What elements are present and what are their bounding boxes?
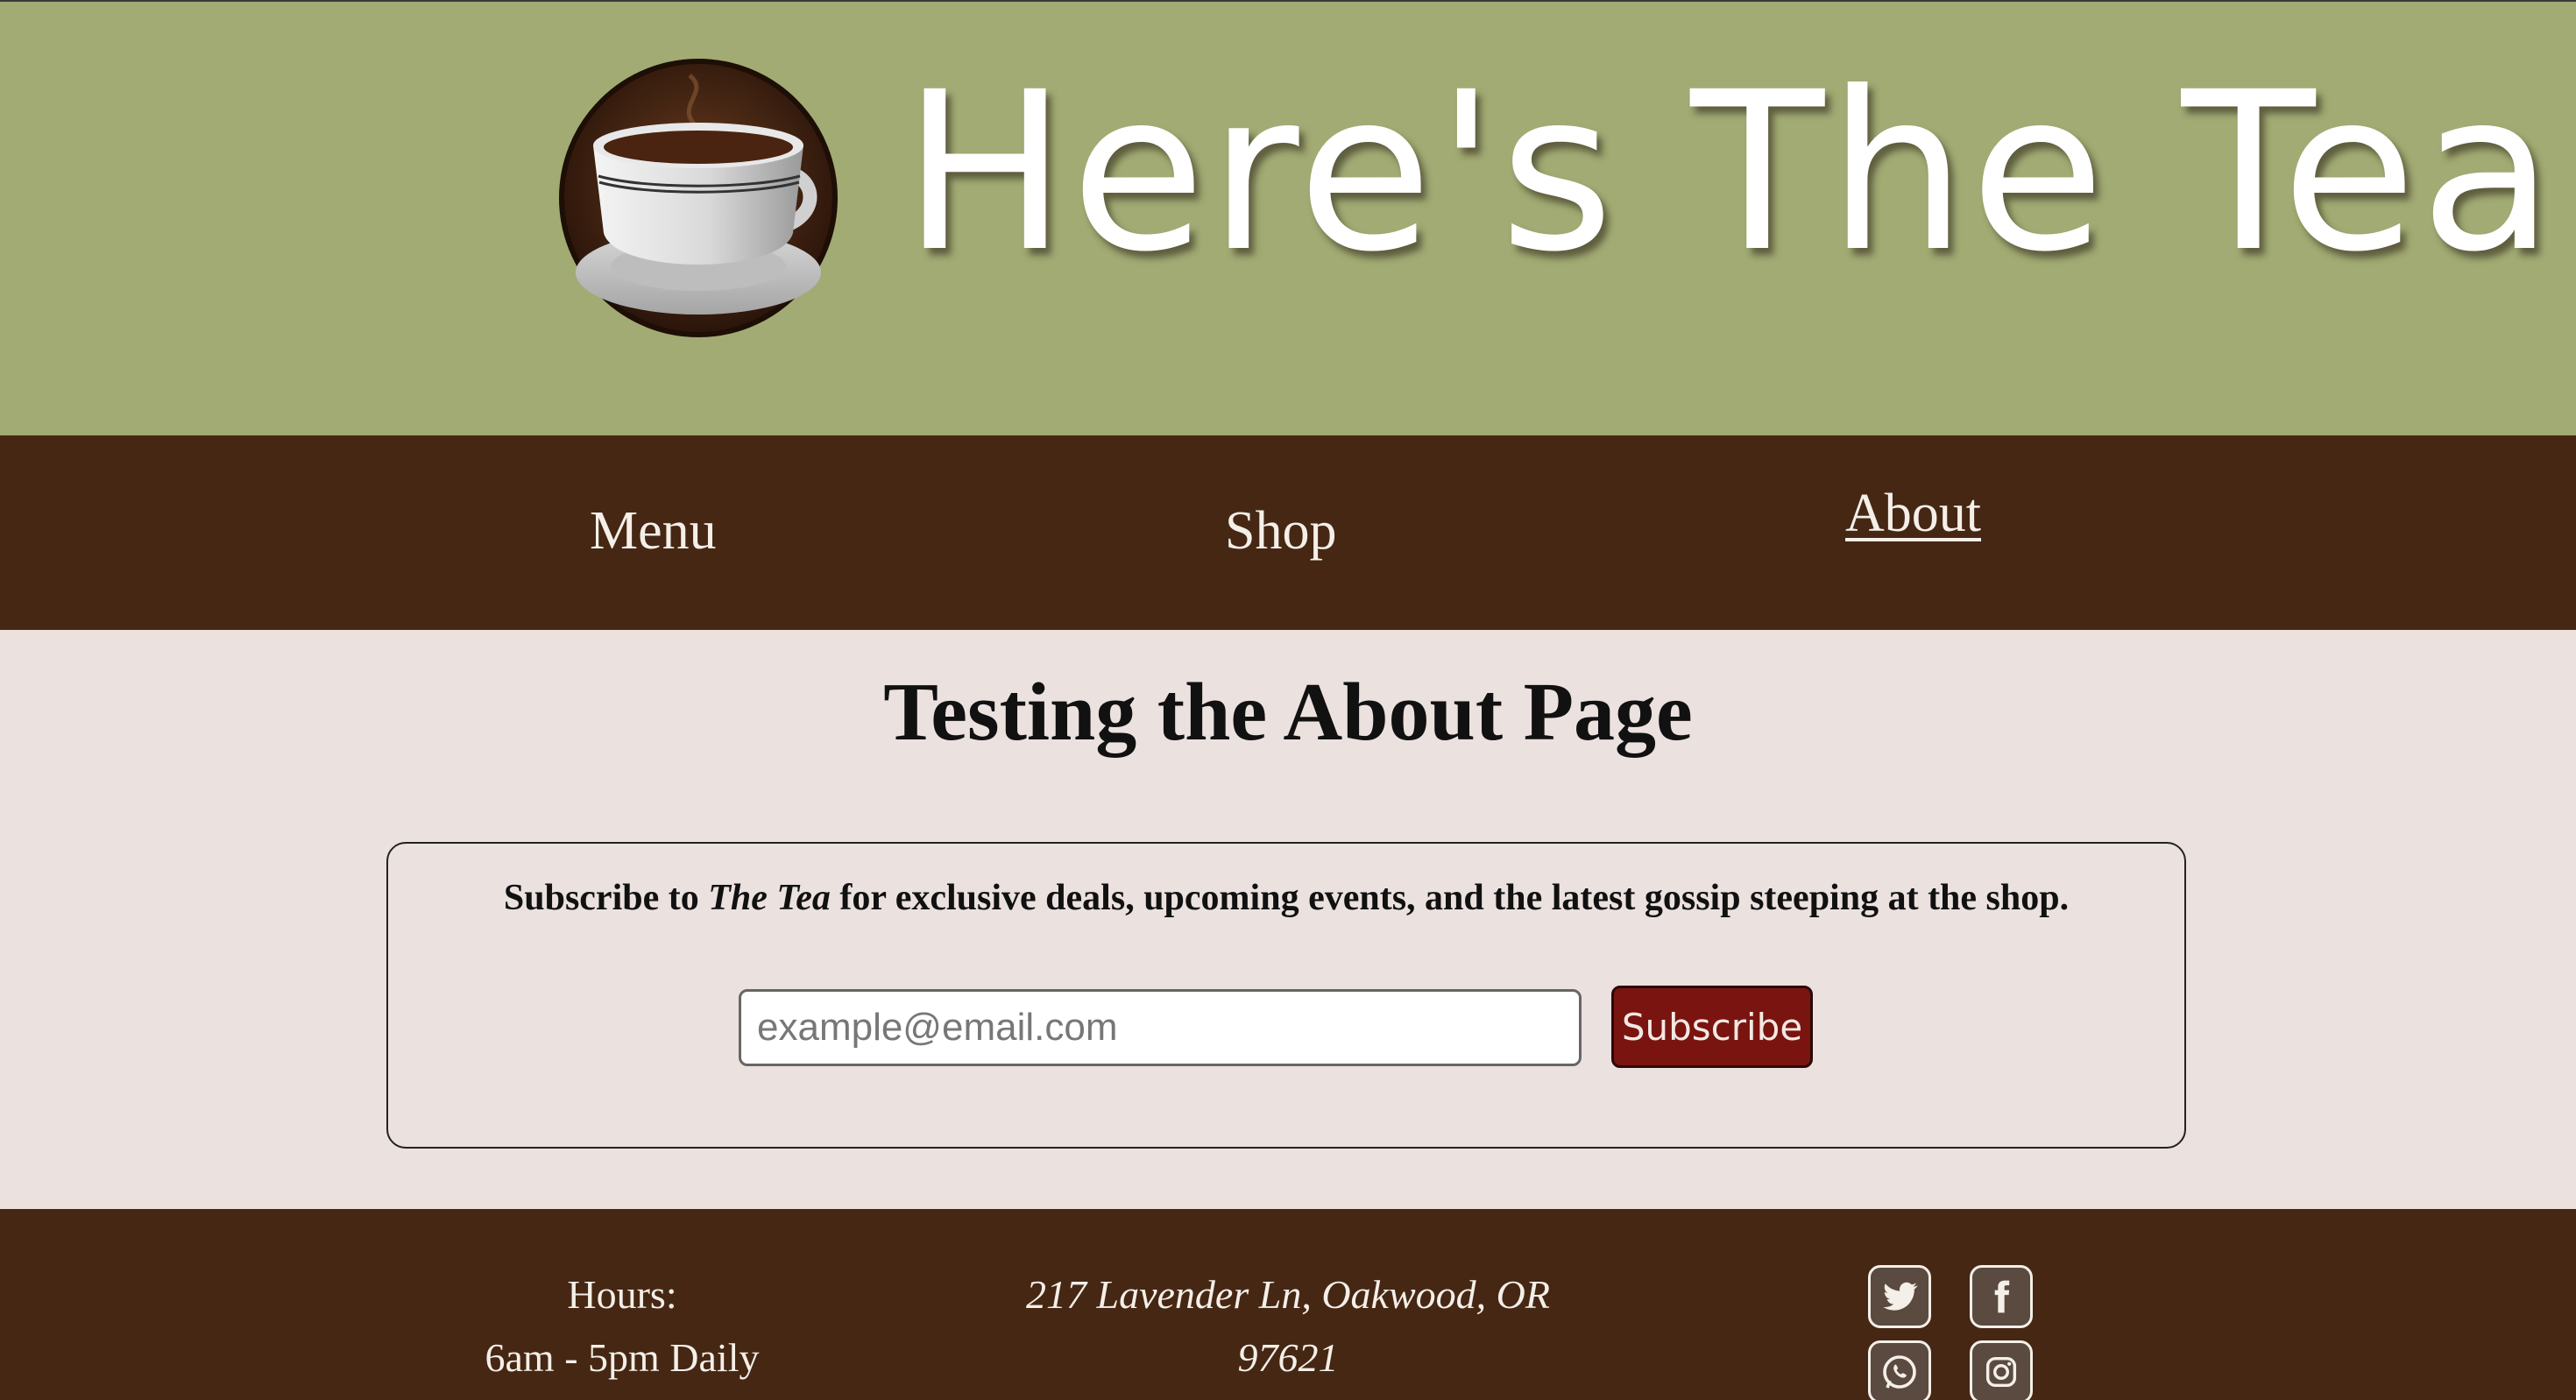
- address-line-2: 97621: [1237, 1335, 1339, 1380]
- whatsapp-icon[interactable]: [1868, 1340, 1931, 1400]
- subscribe-description: Subscribe to The Tea for exclusive deals…: [388, 877, 2184, 919]
- hours-value: 6am - 5pm Daily: [485, 1335, 760, 1380]
- newsletter-name: The Tea: [708, 878, 831, 918]
- email-input[interactable]: [739, 989, 1582, 1066]
- subscribe-panel: Subscribe to The Tea for exclusive deals…: [386, 842, 2186, 1149]
- facebook-icon[interactable]: [1970, 1265, 2033, 1328]
- main-navigation: Menu Shop About: [0, 435, 2576, 630]
- address-line-1: 217 Lavender Ln, Oakwood, OR: [1026, 1272, 1550, 1317]
- nav-link-shop[interactable]: Shop: [1225, 500, 1336, 562]
- address-block: 217 Lavender Ln, Oakwood, OR 97621: [981, 1263, 1595, 1389]
- main-content: Testing the About Page Subscribe to The …: [0, 630, 2576, 1207]
- page-title: Testing the About Page: [883, 667, 1693, 758]
- instagram-icon[interactable]: [1970, 1340, 2033, 1400]
- hours-label: Hours:: [567, 1272, 677, 1317]
- nav-link-about[interactable]: About: [1845, 483, 1981, 545]
- twitter-icon[interactable]: [1868, 1265, 1931, 1328]
- hours-block: Hours: 6am - 5pm Daily: [456, 1263, 789, 1389]
- subscribe-button[interactable]: Subscribe: [1611, 986, 1813, 1068]
- teacup-logo-icon[interactable]: [558, 58, 839, 338]
- site-footer: Hours: 6am - 5pm Daily 217 Lavender Ln, …: [0, 1209, 2576, 1400]
- subscribe-text-after: for exclusive deals, upcoming events, an…: [830, 878, 2070, 918]
- site-title: Here's The Tea: [902, 45, 2558, 300]
- site-header: Here's The Tea: [0, 2, 2576, 435]
- subscribe-text-before: Subscribe to: [503, 878, 709, 918]
- nav-link-menu[interactable]: Menu: [590, 500, 717, 562]
